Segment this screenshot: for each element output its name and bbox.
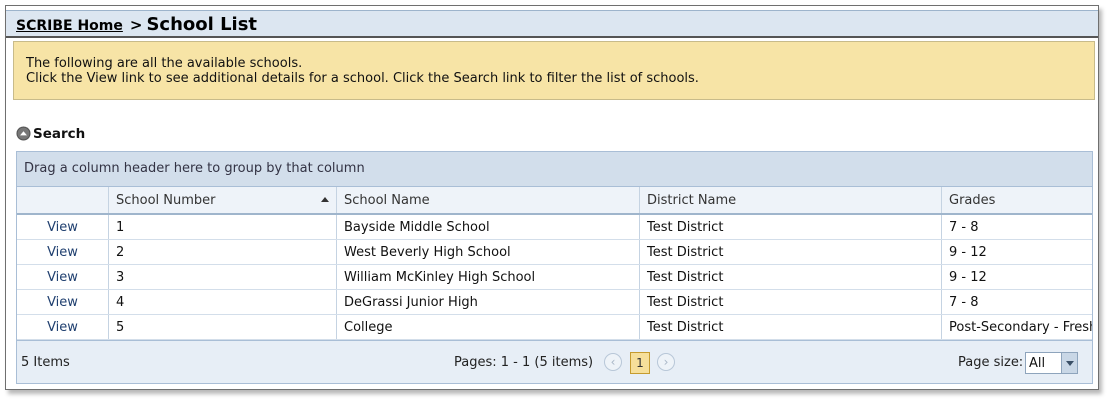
sort-ascending-icon <box>321 197 329 202</box>
schools-grid: Drag a column header here to group by th… <box>16 151 1093 384</box>
school-name-cell: Bayside Middle School <box>337 215 640 239</box>
column-header-school-number[interactable]: School Number <box>109 187 337 213</box>
school-name-cell: West Beverly High School <box>337 240 640 264</box>
grades-cell: 7 - 8 <box>949 295 979 310</box>
district-name-cell: Test District <box>640 290 942 314</box>
district-name-cell: Test District <box>640 240 942 264</box>
grades-cell: 9 - 12 <box>949 270 987 285</box>
table-row: View 5 College Test District Post-Second… <box>17 315 1092 340</box>
school-name-cell: William McKinley High School <box>337 265 640 289</box>
grid-header-row: School Number School Name District Name … <box>17 187 1092 215</box>
info-line-1: The following are all the available scho… <box>26 56 303 71</box>
page-title: School List <box>146 14 258 35</box>
school-name-cell: DeGrassi Junior High <box>337 290 640 314</box>
school-name-cell: College <box>337 315 640 339</box>
page-size-value: All <box>1029 356 1046 371</box>
breadcrumb-separator: > <box>129 16 143 34</box>
page-number-current[interactable]: 1 <box>630 352 650 374</box>
home-link[interactable]: SCRIBE Home <box>16 18 123 34</box>
view-link[interactable]: View <box>17 265 109 289</box>
page-size-select[interactable]: All <box>1025 352 1078 374</box>
page-size-label: Page size: <box>958 355 1024 370</box>
grades-cell: 9 - 12 <box>949 245 987 260</box>
district-name-cell: Test District <box>640 215 942 239</box>
grades-cell: Post-Secondary - Freshman <box>949 320 1092 335</box>
search-label: Search <box>33 125 86 142</box>
view-link[interactable]: View <box>17 290 109 314</box>
dropdown-button[interactable] <box>1061 353 1077 373</box>
column-header-district-name[interactable]: District Name <box>640 187 942 213</box>
items-count: 5 Items <box>21 355 70 370</box>
column-header-grades[interactable]: Grades <box>942 187 1092 213</box>
table-row: View 3 William McKinley High School Test… <box>17 265 1092 290</box>
view-link[interactable]: View <box>17 240 109 264</box>
grades-cell: 7 - 8 <box>949 220 979 235</box>
column-header-label: School Number <box>116 193 216 208</box>
view-link[interactable]: View <box>17 215 109 239</box>
breadcrumb: SCRIBE Home > School List <box>16 14 257 35</box>
grid-pager: 5 Items Pages: 1 - 1 (5 items) ‹ 1 › Pag… <box>17 340 1092 383</box>
info-panel: The following are all the available scho… <box>13 41 1095 100</box>
page-frame: SCRIBE Home > School List The following ar… <box>5 5 1099 390</box>
school-number-cell: 2 <box>109 240 337 264</box>
school-number-cell: 4 <box>109 290 337 314</box>
page-header: SCRIBE Home > School List <box>6 10 1098 38</box>
info-line-2: Click the View link to see additional de… <box>26 71 699 86</box>
school-number-cell: 5 <box>109 315 337 339</box>
chevron-down-icon <box>1066 361 1074 366</box>
collapse-up-circle-icon <box>16 126 31 141</box>
search-toggle[interactable]: Search <box>16 123 86 142</box>
table-row: View 1 Bayside Middle School Test Distri… <box>17 215 1092 240</box>
school-number-cell: 3 <box>109 265 337 289</box>
view-link[interactable]: View <box>17 315 109 339</box>
district-name-cell: Test District <box>640 315 942 339</box>
column-header-actions <box>17 187 109 213</box>
column-header-school-name[interactable]: School Name <box>337 187 640 213</box>
table-row: View 2 West Beverly High School Test Dis… <box>17 240 1092 265</box>
table-row: View 4 DeGrassi Junior High Test Distric… <box>17 290 1092 315</box>
district-name-cell: Test District <box>640 265 942 289</box>
school-number-cell: 1 <box>109 215 337 239</box>
previous-page-icon[interactable]: ‹ <box>604 353 622 371</box>
group-by-panel[interactable]: Drag a column header here to group by th… <box>17 152 1092 187</box>
pager-summary: Pages: 1 - 1 (5 items) <box>454 355 594 370</box>
next-page-icon[interactable]: › <box>657 353 675 371</box>
